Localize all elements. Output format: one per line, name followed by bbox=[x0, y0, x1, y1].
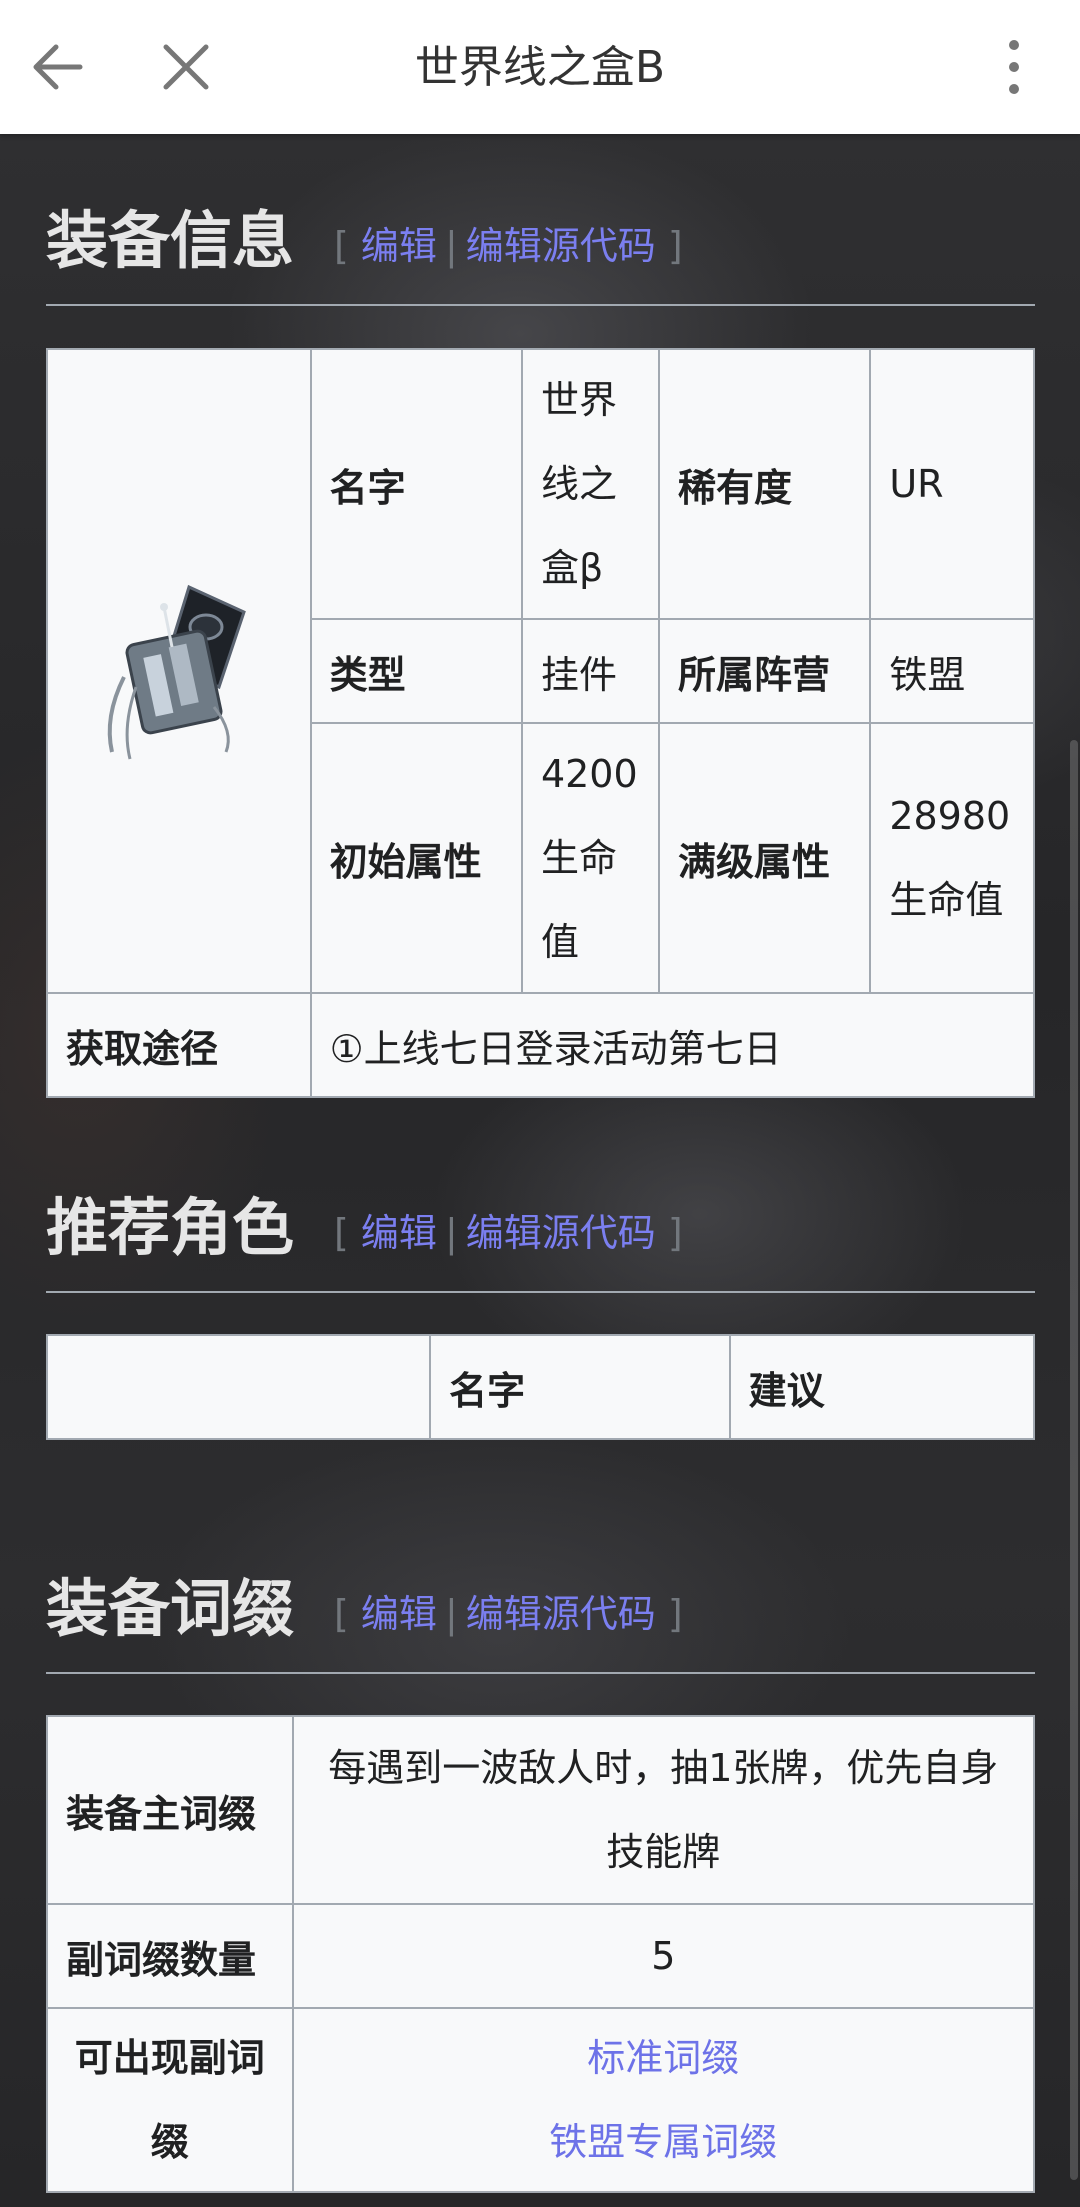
source-label: 获取途径 bbox=[46, 992, 312, 1098]
col-advice: 建议 bbox=[728, 1334, 1036, 1440]
edit-link[interactable]: 编辑 bbox=[361, 1592, 437, 1636]
equipment-icon bbox=[107, 584, 246, 759]
source-value: ①上线七日登录活动第七日 bbox=[309, 992, 1036, 1098]
sub-affix-count-label: 副词缀数量 bbox=[46, 1903, 294, 2009]
section-title: 装备词缀 bbox=[46, 1572, 295, 1645]
sub-affix-available-label: 可出现副词缀 bbox=[46, 2007, 294, 2193]
max-stats-label: 满级属性 bbox=[657, 722, 872, 994]
sub-affix-links: 标准词缀 铁盟专属词缀 bbox=[291, 2007, 1036, 2193]
type-label: 类型 bbox=[309, 618, 523, 724]
section-heading-recommend: 推荐角色 [ 编辑 | 编辑源代码 ] bbox=[46, 1193, 1035, 1293]
base-stats-value: 4200生命值 bbox=[520, 722, 660, 994]
name-label: 名字 bbox=[309, 348, 523, 620]
recommended-characters-table: 名字 建议 bbox=[45, 1334, 1036, 1440]
section-heading-affix: 装备词缀 [ 编辑 | 编辑源代码 ] bbox=[46, 1574, 1035, 1674]
faction-affix-link[interactable]: 铁盟专属词缀 bbox=[312, 2100, 1015, 2184]
rarity-label: 稀有度 bbox=[657, 348, 872, 620]
section-heading-info: 装备信息 [ 编辑 | 编辑源代码 ] bbox=[46, 206, 1035, 306]
page-title: 世界线之盒B bbox=[414, 42, 666, 93]
max-stats-value: 28980生命值 bbox=[869, 722, 1035, 994]
edit-source-link[interactable]: 编辑源代码 bbox=[466, 224, 656, 268]
close-icon[interactable] bbox=[156, 37, 216, 97]
edit-link[interactable]: 编辑 bbox=[361, 1211, 437, 1255]
base-stats-label: 初始属性 bbox=[309, 722, 523, 994]
arrow-left-icon[interactable] bbox=[28, 37, 88, 97]
top-app-bar: 世界线之盒B bbox=[0, 0, 1080, 134]
edit-source-link[interactable]: 编辑源代码 bbox=[466, 1592, 656, 1636]
name-value: 世界线之盒β bbox=[520, 348, 660, 620]
edit-link[interactable]: 编辑 bbox=[361, 224, 437, 268]
scrollbar[interactable] bbox=[1070, 740, 1078, 2180]
equipment-info-table: 名字 世界线之盒β 稀有度 UR 类型 挂件 所属阵营 铁盟 初始属性 4200… bbox=[46, 348, 1036, 1098]
equipment-image bbox=[46, 348, 312, 994]
rarity-value: UR bbox=[869, 348, 1035, 620]
equipment-affix-table: 装备主词缀 每遇到一波敌人时，抽1张牌，优先自身技能牌 副词缀数量 5 可出现副… bbox=[46, 1715, 1036, 2193]
edit-source-link[interactable]: 编辑源代码 bbox=[466, 1211, 656, 1255]
edit-links: [ 编辑 | 编辑源代码 ] bbox=[334, 1211, 683, 1255]
main-affix-value: 每遇到一波敌人时，抽1张牌，优先自身技能牌 bbox=[291, 1715, 1036, 1905]
standard-affix-link[interactable]: 标准词缀 bbox=[312, 2016, 1015, 2100]
faction-value: 铁盟 bbox=[869, 618, 1035, 724]
section-title: 推荐角色 bbox=[46, 1191, 295, 1264]
faction-label: 所属阵营 bbox=[657, 618, 872, 724]
col-name: 名字 bbox=[429, 1334, 731, 1440]
more-vertical-icon[interactable] bbox=[984, 37, 1044, 97]
type-value: 挂件 bbox=[520, 618, 660, 724]
empty-header bbox=[45, 1334, 432, 1440]
section-title: 装备信息 bbox=[46, 204, 295, 277]
main-affix-label: 装备主词缀 bbox=[46, 1715, 294, 1905]
sub-affix-count-value: 5 bbox=[291, 1903, 1036, 2009]
edit-links: [ 编辑 | 编辑源代码 ] bbox=[334, 224, 683, 268]
edit-links: [ 编辑 | 编辑源代码 ] bbox=[334, 1592, 683, 1636]
